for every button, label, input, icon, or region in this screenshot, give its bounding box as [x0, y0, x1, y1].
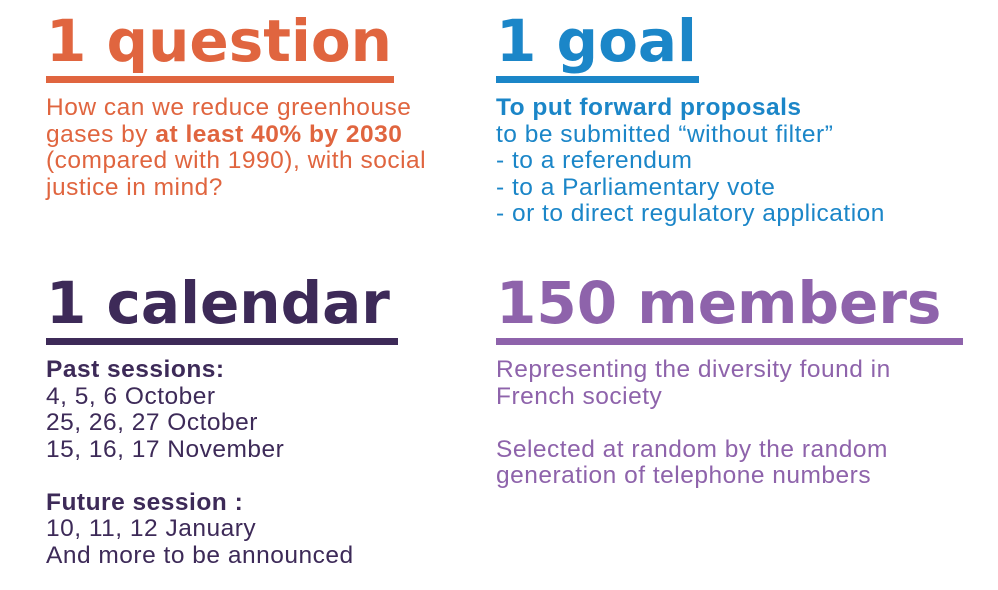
calendar-underline: [46, 338, 398, 345]
future-session-note: And more to be announced: [46, 541, 354, 569]
members-section: 150 members Representing the diversity f…: [496, 270, 976, 490]
question-text-b: (compared with 1990), with social justic…: [46, 147, 427, 201]
goal-text: To put forward proposals to be submitted…: [496, 94, 986, 228]
members-text: Representing the diversity found in Fren…: [496, 356, 966, 490]
past-session-date: 25, 26, 27 October: [46, 409, 258, 436]
goal-section: 1 goal To put forward proposals to be su…: [496, 8, 986, 228]
goal-lead: To put forward proposals: [496, 94, 802, 121]
goal-line: - or to direct regulatory application: [496, 200, 885, 227]
future-session-label: Future session :: [46, 488, 244, 516]
past-session-date: 15, 16, 17 November: [46, 435, 285, 463]
members-heading: 150 members: [496, 269, 942, 337]
past-sessions-label: Past sessions:: [46, 356, 225, 383]
calendar-text: Past sessions: 4, 5, 6 October 25, 26, 2…: [46, 356, 466, 569]
past-session-date: 4, 5, 6 October: [46, 382, 216, 410]
goal-line: - to a Parliamentary vote: [496, 173, 776, 201]
members-paragraph-diversity: Representing the diversity found in Fren…: [496, 356, 891, 410]
calendar-heading: 1 calendar: [46, 269, 390, 337]
future-session-date: 10, 11, 12 January: [46, 515, 257, 542]
calendar-section: 1 calendar Past sessions: 4, 5, 6 Octobe…: [46, 270, 466, 569]
question-heading: 1 question: [46, 7, 392, 75]
question-underline: [46, 76, 394, 83]
question-text-bold: at least 40% by 2030: [155, 120, 403, 148]
question-text: How can we reduce greenhouse gases by at…: [46, 94, 456, 201]
goal-underline: [496, 76, 699, 83]
members-underline: [496, 338, 963, 345]
members-paragraph-selection: Selected at random by the random generat…: [496, 435, 888, 489]
goal-line: - to a referendum: [496, 147, 693, 174]
question-section: 1 question How can we reduce greenhouse …: [46, 8, 466, 201]
goal-heading: 1 goal: [496, 7, 697, 75]
goal-line: to be submitted “without filter”: [496, 120, 834, 148]
